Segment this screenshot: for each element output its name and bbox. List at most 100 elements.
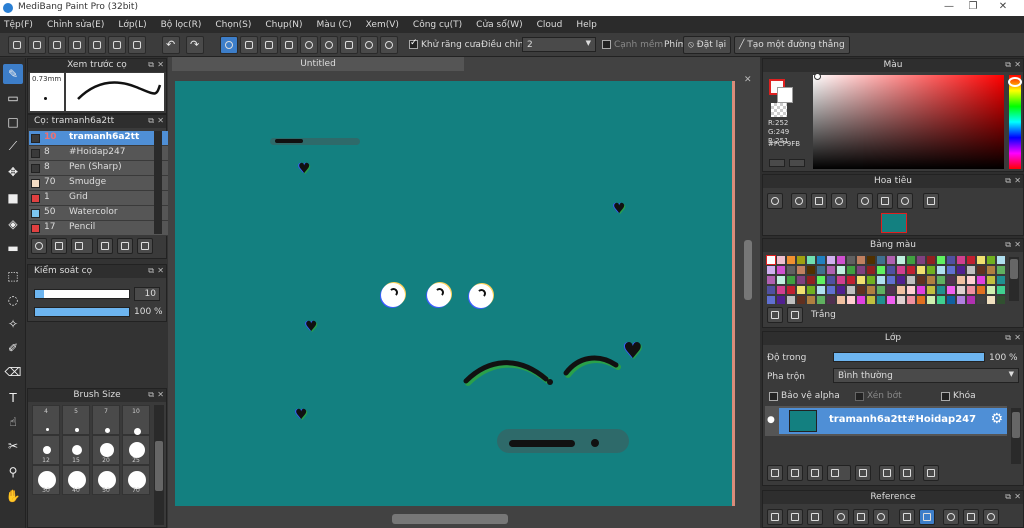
eye-visibility-icon[interactable]: ● xyxy=(767,415,775,425)
eraser-tool-icon[interactable]: ▭ xyxy=(3,88,23,108)
palette-swatch[interactable] xyxy=(967,276,975,284)
document-tab[interactable]: Untitled xyxy=(172,57,464,71)
palette-swatch[interactable] xyxy=(827,256,835,264)
palette-swatch[interactable] xyxy=(907,286,915,294)
palette-swatch[interactable] xyxy=(817,296,825,304)
cloud-save-icon[interactable] xyxy=(8,36,26,54)
palette-swatch[interactable] xyxy=(907,266,915,274)
zoom-in-icon[interactable] xyxy=(767,193,783,209)
frame-icon[interactable] xyxy=(128,36,146,54)
palette-swatch[interactable] xyxy=(937,296,945,304)
vanishing-snap-icon[interactable] xyxy=(280,36,298,54)
canvas-scrollbar-vertical[interactable] xyxy=(744,240,752,300)
palette-swatch[interactable] xyxy=(857,296,865,304)
popout-icon[interactable]: ⧉ xyxy=(148,390,154,400)
color-picker-handle[interactable] xyxy=(814,73,821,80)
select-pen-icon[interactable]: ✐ xyxy=(3,338,23,358)
brush-duplicate-icon[interactable] xyxy=(137,238,153,254)
brush-size-value[interactable]: 10 xyxy=(134,287,160,301)
palette-swatch[interactable] xyxy=(917,276,925,284)
menu-tools[interactable]: Công cụ(T) xyxy=(413,20,462,30)
palette-swatch[interactable] xyxy=(987,266,995,274)
straight-line-button[interactable]: ╱ Tạo một đường thẳng xyxy=(734,36,850,54)
palette-swatch[interactable] xyxy=(957,286,965,294)
palette-swatch[interactable] xyxy=(817,256,825,264)
palette-swatch[interactable] xyxy=(847,296,855,304)
ref-fit-icon[interactable] xyxy=(853,509,869,525)
clipping-checkbox[interactable] xyxy=(855,392,864,401)
menu-color[interactable]: Màu (C) xyxy=(317,20,352,30)
layer-settings-gear-icon[interactable]: ⚙ xyxy=(990,411,1003,427)
comment-icon[interactable] xyxy=(48,36,66,54)
brush-opacity-slider[interactable] xyxy=(34,307,130,317)
palette-swatch[interactable] xyxy=(977,276,985,284)
palette-swatch[interactable] xyxy=(867,256,875,264)
palette-swatch[interactable] xyxy=(947,296,955,304)
palette-swatch[interactable] xyxy=(927,296,935,304)
palette-swatch[interactable] xyxy=(877,266,885,274)
close-panel-icon[interactable]: ✕ xyxy=(1014,240,1021,249)
palette-swatch[interactable] xyxy=(787,276,795,284)
delete-palette-color-icon[interactable] xyxy=(787,307,803,323)
brush-size-cell[interactable]: 10 xyxy=(122,405,150,435)
hue-handle[interactable] xyxy=(1008,77,1022,87)
select-tool-icon[interactable]: ⬚ xyxy=(3,266,23,286)
palette-swatch[interactable] xyxy=(897,256,905,264)
palette-swatch[interactable] xyxy=(977,266,985,274)
brush-size-cell[interactable]: 25 xyxy=(122,435,150,465)
palette-swatch[interactable] xyxy=(857,276,865,284)
menu-view[interactable]: Xem(V) xyxy=(366,20,399,30)
palette-swatch[interactable] xyxy=(917,266,925,274)
palette-scrollbar[interactable] xyxy=(1009,257,1019,301)
panel-icon[interactable] xyxy=(68,36,86,54)
text-tool-icon[interactable]: T xyxy=(3,388,23,408)
palette-swatch[interactable] xyxy=(877,286,885,294)
palette-swatch[interactable] xyxy=(917,296,925,304)
curve-snap-icon[interactable] xyxy=(340,36,358,54)
palette-swatch[interactable] xyxy=(787,266,795,274)
add-color-button[interactable] xyxy=(769,159,785,167)
palette-swatch[interactable] xyxy=(777,256,785,264)
popout-icon[interactable]: ⧉ xyxy=(148,266,154,276)
rotate-left-icon[interactable] xyxy=(857,193,873,209)
secondary-color-swatch[interactable] xyxy=(777,87,793,103)
menu-layer[interactable]: Lớp(L) xyxy=(118,20,146,30)
radial-snap-icon[interactable] xyxy=(300,36,318,54)
palette-swatch[interactable] xyxy=(817,286,825,294)
menu-cloud[interactable]: Cloud xyxy=(537,20,563,30)
saturation-value-picker[interactable] xyxy=(813,75,1004,169)
palette-swatch[interactable] xyxy=(867,296,875,304)
palette-swatch[interactable] xyxy=(827,266,835,274)
palette-swatch[interactable] xyxy=(907,256,915,264)
palette-swatch[interactable] xyxy=(787,256,795,264)
drawing-canvas[interactable]: ♥ ♥ ♥ ♥ ♥ xyxy=(175,81,735,506)
brush-size-cell[interactable]: 30 xyxy=(32,465,60,495)
palette-swatch[interactable] xyxy=(877,296,885,304)
palette-swatch[interactable] xyxy=(857,286,865,294)
ref-eyedropper-icon[interactable] xyxy=(899,509,915,525)
palette-swatch[interactable] xyxy=(997,256,1005,264)
flip-icon[interactable] xyxy=(877,193,893,209)
palette-swatch[interactable] xyxy=(987,256,995,264)
palette-swatch[interactable] xyxy=(907,276,915,284)
palette-swatch[interactable] xyxy=(827,276,835,284)
palette-swatch[interactable] xyxy=(867,266,875,274)
hand-tool-icon[interactable]: ✋ xyxy=(3,486,23,506)
new-halftone-layer-icon[interactable] xyxy=(787,465,803,481)
palette-swatch[interactable] xyxy=(887,276,895,284)
palette-swatch[interactable] xyxy=(827,296,835,304)
palette-swatch[interactable] xyxy=(927,266,935,274)
menu-filter[interactable]: Bộ lọc(R) xyxy=(161,20,202,30)
palette-swatch[interactable] xyxy=(837,256,845,264)
dot-tool-icon[interactable]: □ xyxy=(3,112,23,132)
palette-swatch[interactable] xyxy=(887,286,895,294)
palette-swatch[interactable] xyxy=(887,266,895,274)
layer-row[interactable]: ● tramanh6a2tt#Hoidap247 ⚙ xyxy=(765,406,1007,436)
duplicate-layer-icon[interactable] xyxy=(879,465,895,481)
layout-icon[interactable] xyxy=(88,36,106,54)
palette-swatch[interactable] xyxy=(897,286,905,294)
palette-swatch[interactable] xyxy=(947,276,955,284)
palette-swatch[interactable] xyxy=(777,286,785,294)
palette-swatch[interactable] xyxy=(977,286,985,294)
popout-icon[interactable]: ⧉ xyxy=(1005,492,1011,502)
